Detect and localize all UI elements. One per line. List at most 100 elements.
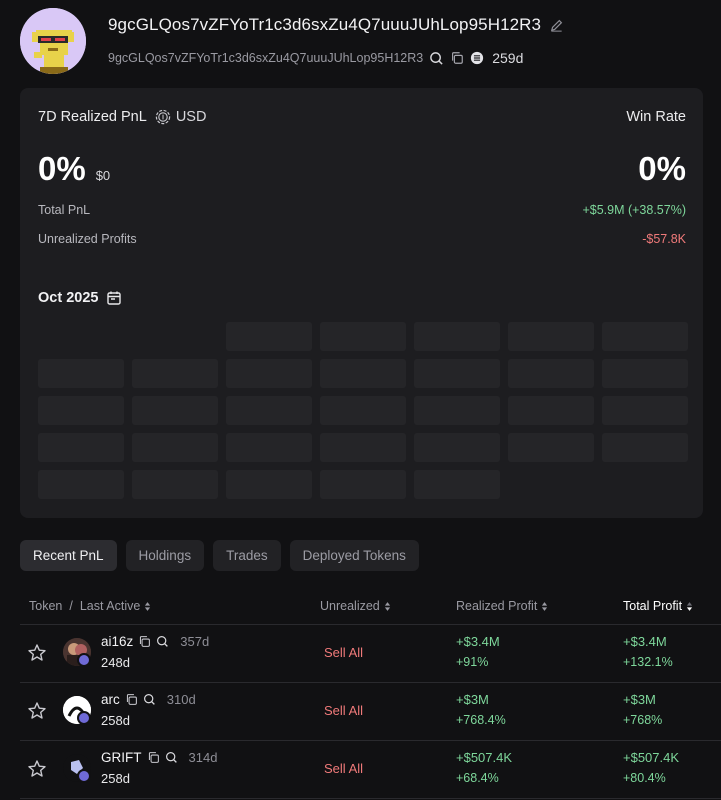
header-realized-label: Realized Profit — [456, 599, 538, 613]
calendar-day — [132, 470, 218, 499]
calendar-day — [320, 359, 406, 388]
total-profit-pct: +132.1% — [623, 655, 673, 669]
calendar-day — [414, 433, 500, 462]
calendar-day — [414, 470, 500, 499]
calendar-day — [602, 322, 688, 351]
calendar-day — [320, 322, 406, 351]
header-total-label: Total Profit — [623, 599, 683, 613]
sort-desc-icon[interactable] — [686, 601, 693, 612]
calendar-day — [226, 470, 312, 499]
realized-profit-pct: +768.4% — [456, 713, 506, 727]
calendar-day — [602, 433, 688, 462]
copy-icon[interactable] — [147, 751, 160, 764]
total-profit: +$507.4K — [623, 750, 680, 765]
calendar-day — [38, 359, 124, 388]
star-icon[interactable] — [27, 759, 47, 779]
search-icon[interactable] — [156, 635, 169, 648]
token-name[interactable]: arc — [101, 692, 120, 707]
token-last-active: 258d — [101, 713, 130, 728]
calendar-month: Oct 2025 — [38, 290, 99, 306]
calendar-day — [602, 359, 688, 388]
win-rate-value: 0% — [638, 150, 686, 187]
pnl-card: 7D Realized PnL USD Win Rate 0% $0 0% To… — [20, 88, 703, 518]
total-pnl-label: Total PnL — [38, 203, 91, 217]
calendar-icon[interactable] — [106, 290, 122, 306]
table-row[interactable]: ai16z 357d 248d Sell All +$3.4M +91% +$3… — [20, 625, 721, 683]
calendar-day — [226, 359, 312, 388]
header-token: Token / Last Active — [29, 588, 151, 624]
header-unrealized[interactable]: Unrealized — [320, 588, 391, 624]
token-last-active: 258d — [101, 771, 130, 786]
calendar-day — [38, 396, 124, 425]
currency-icon — [155, 109, 171, 125]
calendar-day — [132, 433, 218, 462]
tab-holdings[interactable]: Holdings — [125, 540, 205, 571]
header-token-label: Token — [29, 599, 63, 613]
sort-icon[interactable] — [384, 601, 391, 612]
calendar-day — [132, 396, 218, 425]
realized-profit: +$3.4M — [456, 634, 500, 649]
sell-all-button[interactable]: Sell All — [324, 761, 363, 776]
token-age: 357d — [180, 634, 210, 649]
realized-profit-pct: +68.4% — [456, 771, 499, 785]
calendar-day — [508, 359, 594, 388]
star-icon[interactable] — [27, 701, 47, 721]
calendar-day — [38, 433, 124, 462]
sell-all-button[interactable]: Sell All — [324, 645, 363, 660]
tab-trades[interactable]: Trades — [213, 540, 281, 571]
currency-toggle[interactable]: USD — [155, 109, 207, 125]
table-row[interactable]: arc 310d 258d Sell All +$3M +768.4% +$3M… — [20, 683, 721, 741]
copy-icon[interactable] — [125, 693, 138, 706]
win-rate-label: Win Rate — [626, 109, 686, 125]
star-icon[interactable] — [27, 643, 47, 663]
tab-deployed-tokens[interactable]: Deployed Tokens — [289, 540, 419, 571]
table-row[interactable]: GRIFT 314d 258d Sell All +$507.4K +68.4%… — [20, 741, 721, 799]
calendar-day — [38, 470, 124, 499]
calendar-day — [226, 396, 312, 425]
token-name[interactable]: ai16z — [101, 634, 133, 649]
token-age: 314d — [188, 750, 218, 765]
search-icon[interactable] — [143, 693, 156, 706]
wallet-address: 9gcGLQos7vZFYoTr1c3d6sxZu4Q7uuuJUhLop95H… — [108, 51, 424, 65]
total-profit-pct: +768% — [623, 713, 663, 727]
header-total-profit[interactable]: Total Profit — [623, 588, 693, 624]
search-icon[interactable] — [429, 51, 444, 66]
realized-pnl-percent: 0% — [38, 150, 86, 187]
tab-recent-pnl[interactable]: Recent PnL — [20, 540, 117, 571]
avatar — [20, 8, 86, 74]
chain-badge-icon — [77, 711, 91, 725]
copy-icon[interactable] — [450, 51, 464, 65]
token-age: 310d — [166, 692, 196, 707]
total-pnl-value: +$5.9M (+38.57%) — [582, 203, 686, 217]
calendar-day — [414, 396, 500, 425]
total-profit: +$3.4M — [623, 634, 667, 649]
unrealized-profits-label: Unrealized Profits — [38, 232, 137, 246]
calendar-day — [226, 322, 312, 351]
sell-all-button[interactable]: Sell All — [324, 703, 363, 718]
token-last-active: 248d — [101, 655, 130, 670]
wallet-name: 9gcGLQos7vZFYoTr1c3d6sxZu4Q7uuuJUhLop95H… — [108, 15, 542, 34]
sort-icon[interactable] — [144, 601, 151, 612]
realized-profit: +$3M — [456, 692, 489, 707]
realized-profit: +$507.4K — [456, 750, 513, 765]
realized-profit-pct: +91% — [456, 655, 489, 669]
token-name[interactable]: GRIFT — [101, 750, 142, 765]
calendar-day — [320, 433, 406, 462]
calendar-day — [320, 396, 406, 425]
chain-badge-icon — [77, 769, 91, 783]
currency-label: USD — [175, 109, 207, 125]
header-separator: / — [69, 599, 73, 613]
sort-icon[interactable] — [541, 601, 548, 612]
edit-icon[interactable] — [549, 18, 564, 33]
tab-bar: Recent PnL Holdings Trades Deployed Toke… — [20, 540, 419, 571]
calendar-day — [508, 396, 594, 425]
header-realized-profit[interactable]: Realized Profit — [456, 588, 548, 624]
chain-badge-icon — [77, 653, 91, 667]
search-icon[interactable] — [165, 751, 178, 764]
calendar-day — [226, 433, 312, 462]
calendar-day — [602, 396, 688, 425]
pnl-title: 7D Realized PnL — [38, 109, 147, 125]
calendar-day — [508, 322, 594, 351]
header-last-active[interactable]: Last Active — [80, 599, 140, 613]
copy-icon[interactable] — [138, 635, 151, 648]
